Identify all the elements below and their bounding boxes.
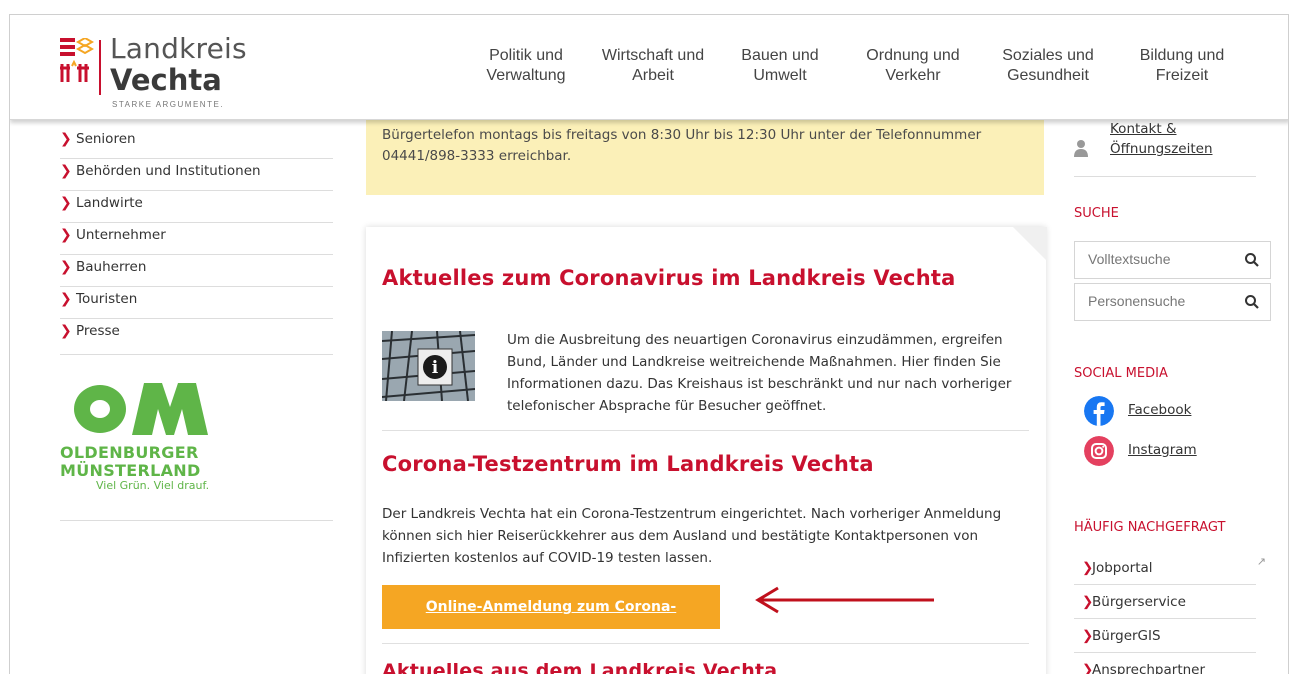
nav-label: Ordnung und: [866, 47, 960, 64]
sidebar-item-label: Bauherren: [76, 259, 147, 275]
sidebar-item-unternehmer[interactable]: ❯ Unternehmer: [60, 223, 333, 255]
news-card: Aktuelles zum Coronavirus im Landkreis V…: [366, 227, 1047, 674]
chevron-right-icon: ❯: [60, 195, 72, 211]
social-heading: SOCIAL MEDIA: [1074, 366, 1168, 381]
section-title-news[interactable]: Aktuelles aus dem Landkreis Vechta: [382, 660, 777, 674]
sidebar-item-senioren[interactable]: ❯ Senioren: [60, 127, 333, 159]
main-nav: Politik und Verwaltung Wirtschaft und Ar…: [10, 46, 1288, 96]
contact-hours[interactable]: Kontakt & Öffnungszeiten: [1074, 119, 1256, 177]
target-group-nav: ❯ Senioren ❯ Behörden und Institutionen ❯ L…: [60, 127, 333, 355]
sidebar-item-label: Touristen: [76, 291, 138, 307]
browser-viewport: Landkreis Vechta STARKE ARGUMENTE. Polit…: [9, 14, 1289, 674]
nav-bildung[interactable]: Bildung und Freizeit: [1122, 46, 1242, 86]
notice-text: Bürgertelefon montags bis freitags von 8…: [382, 127, 982, 164]
contact-link[interactable]: Kontakt & Öffnungszeiten: [1110, 119, 1213, 159]
divider: [382, 430, 1029, 431]
nav-label: Arbeit: [632, 67, 674, 84]
sidebar-item-behoerden[interactable]: ❯ Behörden und Institutionen: [60, 159, 333, 191]
instagram-icon: [1084, 436, 1114, 466]
card-folded-corner: [1013, 227, 1047, 261]
sidebar-item-label: Behörden und Institutionen: [76, 163, 261, 179]
nav-ordnung[interactable]: Ordnung und Verkehr: [853, 46, 973, 86]
info-sign-thumbnail[interactable]: i: [382, 331, 475, 401]
om-logo[interactable]: OLDENBURGER MÜNSTERLAND Viel Grün. Viel …: [60, 377, 232, 507]
site-header: Landkreis Vechta STARKE ARGUMENTE. Polit…: [10, 20, 1288, 120]
faq-item-buergerservice[interactable]: ❯ Bürgerservice: [1074, 585, 1256, 619]
chevron-right-icon: ❯: [1082, 628, 1094, 644]
nav-label: Politik und: [489, 47, 563, 64]
faq-heading: HÄUFIG NACHGEFRAGT: [1074, 520, 1226, 535]
search-icon[interactable]: [1244, 252, 1260, 268]
person-icon: [1074, 140, 1088, 157]
chevron-right-icon: ❯: [60, 323, 72, 339]
om-line1: OLDENBURGER: [60, 443, 199, 462]
nav-label: Freizeit: [1155, 67, 1209, 84]
om-logo-mark: [74, 383, 208, 435]
sidebar-item-touristen[interactable]: ❯ Touristen: [60, 287, 333, 319]
nav-label: Bildung und: [1139, 47, 1225, 64]
chevron-right-icon: ❯: [60, 131, 72, 147]
sidebar-item-label: Presse: [76, 323, 120, 339]
person-search-input[interactable]: [1088, 293, 1238, 309]
nav-politik[interactable]: Politik und Verwaltung: [466, 46, 586, 86]
nav-label: Umwelt: [753, 67, 807, 84]
nav-wirtschaft[interactable]: Wirtschaft und Arbeit: [588, 46, 718, 86]
testzentrum-registration-button[interactable]: Online-Anmeldung zum Corona-Testzentrum: [382, 585, 720, 659]
chevron-right-icon: ❯: [1082, 662, 1094, 674]
sidebar-item-bauherren[interactable]: ❯ Bauherren: [60, 255, 333, 287]
sidebar-divider: [60, 520, 333, 521]
faq-item-label: Jobportal: [1092, 560, 1153, 576]
faq-item-label: BürgerGIS: [1092, 628, 1161, 644]
arrow-left-icon: [755, 586, 934, 614]
section-title-corona[interactable]: Aktuelles zum Coronavirus im Landkreis V…: [382, 266, 955, 290]
instagram-link[interactable]: Instagram: [1084, 436, 1204, 466]
sidebar-item-presse[interactable]: ❯ Presse: [60, 319, 333, 355]
faq-item-jobportal[interactable]: ❯ Jobportal ↗: [1074, 551, 1266, 585]
contact-link-line2: Öffnungszeiten: [1110, 141, 1213, 157]
section-title-testzentrum[interactable]: Corona-Testzentrum im Landkreis Vechta: [382, 452, 874, 476]
chevron-right-icon: ❯: [60, 259, 72, 275]
nav-label: Verkehr: [885, 67, 941, 84]
section1-text: Um die Ausbreitung des neuartigen Corona…: [507, 332, 1012, 414]
chevron-right-icon: ❯: [60, 163, 72, 179]
instagram-label: Instagram: [1128, 442, 1197, 458]
contact-link-line1: Kontakt &: [1110, 121, 1177, 137]
external-link-icon: ↗: [1256, 555, 1266, 568]
logo-tagline: STARKE ARGUMENTE.: [112, 100, 225, 109]
chevron-right-icon: ❯: [1082, 560, 1094, 576]
faq-item-ansprechpartner[interactable]: ❯ Ansprechpartner: [1074, 653, 1256, 674]
nav-label: Gesundheit: [1007, 67, 1089, 84]
divider: [382, 643, 1029, 644]
notice-box: Bürgertelefon montags bis freitags von 8…: [366, 119, 1044, 195]
nav-bauen[interactable]: Bauen und Umwelt: [725, 46, 835, 86]
nav-label: Verwaltung: [486, 67, 566, 84]
sidebar-item-landwirte[interactable]: ❯ Landwirte: [60, 191, 333, 223]
person-search-box: [1074, 283, 1271, 321]
chevron-right-icon: ❯: [60, 291, 72, 307]
sidebar-item-label: Landwirte: [76, 195, 143, 211]
faq-item-label: Bürgerservice: [1092, 594, 1186, 610]
nav-label: Wirtschaft und: [601, 47, 705, 64]
nav-soziales[interactable]: Soziales und Gesundheit: [988, 46, 1108, 86]
search-heading: SUCHE: [1074, 206, 1119, 221]
facebook-label: Facebook: [1128, 402, 1192, 418]
nav-label: Bauen und: [741, 47, 819, 64]
search-icon[interactable]: [1244, 294, 1260, 310]
section2-text: Der Landkreis Vechta hat ein Corona-Test…: [382, 506, 1002, 566]
om-slogan: Viel Grün. Viel drauf.: [96, 479, 210, 492]
facebook-link[interactable]: Facebook: [1084, 396, 1204, 426]
om-line2: MÜNSTERLAND: [60, 461, 201, 480]
svg-text:i: i: [432, 358, 439, 378]
fulltext-search-input[interactable]: [1088, 251, 1238, 267]
nav-label: Soziales und: [1002, 47, 1094, 64]
faq-item-label: Ansprechpartner: [1092, 662, 1206, 674]
faq-item-buergergis[interactable]: ❯ BürgerGIS: [1074, 619, 1256, 653]
sidebar-item-label: Unternehmer: [76, 227, 166, 243]
sidebar-item-label: Senioren: [76, 131, 136, 147]
fulltext-search-box: [1074, 241, 1271, 279]
facebook-icon: [1084, 396, 1114, 426]
chevron-right-icon: ❯: [1082, 594, 1094, 610]
chevron-right-icon: ❯: [60, 227, 72, 243]
